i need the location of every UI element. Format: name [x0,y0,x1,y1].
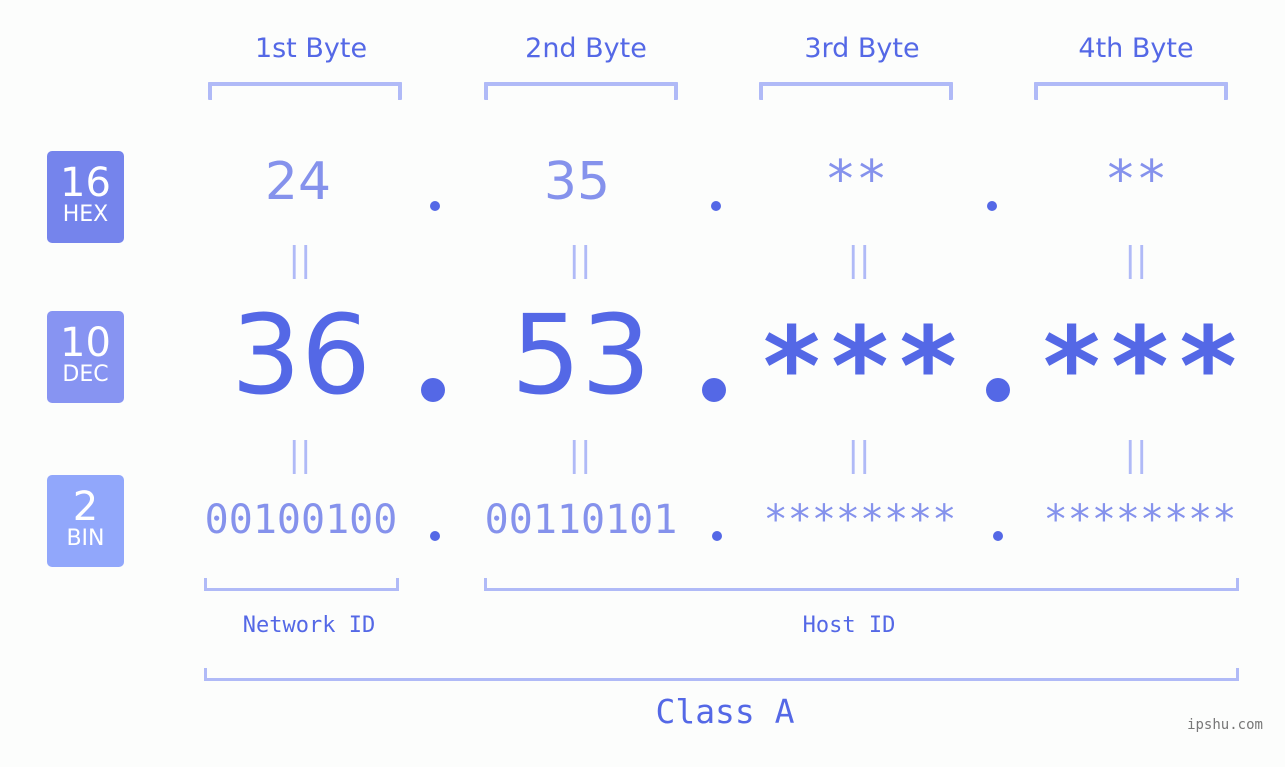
hex-separator-2 [711,201,721,211]
equals-icon: || [568,240,592,280]
byte-header-2: 2nd Byte [525,33,647,64]
dec-badge: 10 DEC [47,311,124,403]
dec-base: 10 [60,320,111,366]
bin-byte-1: 00100100 [204,497,398,543]
bin-badge: 2 BIN [47,475,124,567]
dec-byte-3: *** [758,303,964,431]
host-id-label: Host ID [802,613,896,638]
dec-separator-1 [421,378,445,402]
dec-separator-2 [702,378,726,402]
equals-icon: || [1124,435,1148,475]
hex-byte-2: 35 [543,152,611,212]
dec-separator-3 [986,378,1010,402]
hex-byte-3: ** [824,150,888,210]
bin-byte-3: ******** [763,497,957,543]
network-id-label: Network ID [242,613,376,638]
bin-base: 2 [72,484,99,530]
class-label: Class A [655,692,795,731]
hex-base: 16 [60,160,111,206]
dec-byte-1: 36 [231,291,371,419]
bin-separator-2 [712,531,722,541]
byte-bracket-3 [759,82,953,100]
hex-byte-4: ** [1104,150,1168,210]
bin-label: BIN [66,526,105,551]
byte-header-4: 4th Byte [1078,33,1194,64]
class-bracket [204,668,1239,681]
byte-bracket-2 [484,82,678,100]
byte-bracket-1 [208,82,402,100]
equals-icon: || [288,435,312,475]
hex-label: HEX [62,202,109,227]
watermark: ipshu.com [1187,717,1263,733]
equals-icon: || [847,435,871,475]
hex-badge: 16 HEX [47,151,124,243]
byte-header-3: 3rd Byte [804,33,920,64]
equals-icon: || [288,240,312,280]
bin-byte-4: ******** [1043,497,1237,543]
hex-byte-1: 24 [264,152,332,212]
host-id-bracket [484,578,1239,591]
equals-icon: || [568,435,592,475]
network-id-bracket [204,578,399,591]
byte-bracket-4 [1034,82,1228,100]
bin-separator-1 [430,531,440,541]
bin-separator-3 [993,531,1003,541]
equals-icon: || [847,240,871,280]
byte-header-1: 1st Byte [254,33,368,64]
dec-byte-2: 53 [511,291,651,419]
bin-byte-2: 00110101 [484,497,678,543]
dec-label: DEC [62,362,109,387]
hex-separator-3 [987,201,997,211]
hex-separator-1 [430,201,440,211]
equals-icon: || [1124,240,1148,280]
dec-byte-4: *** [1038,303,1244,431]
